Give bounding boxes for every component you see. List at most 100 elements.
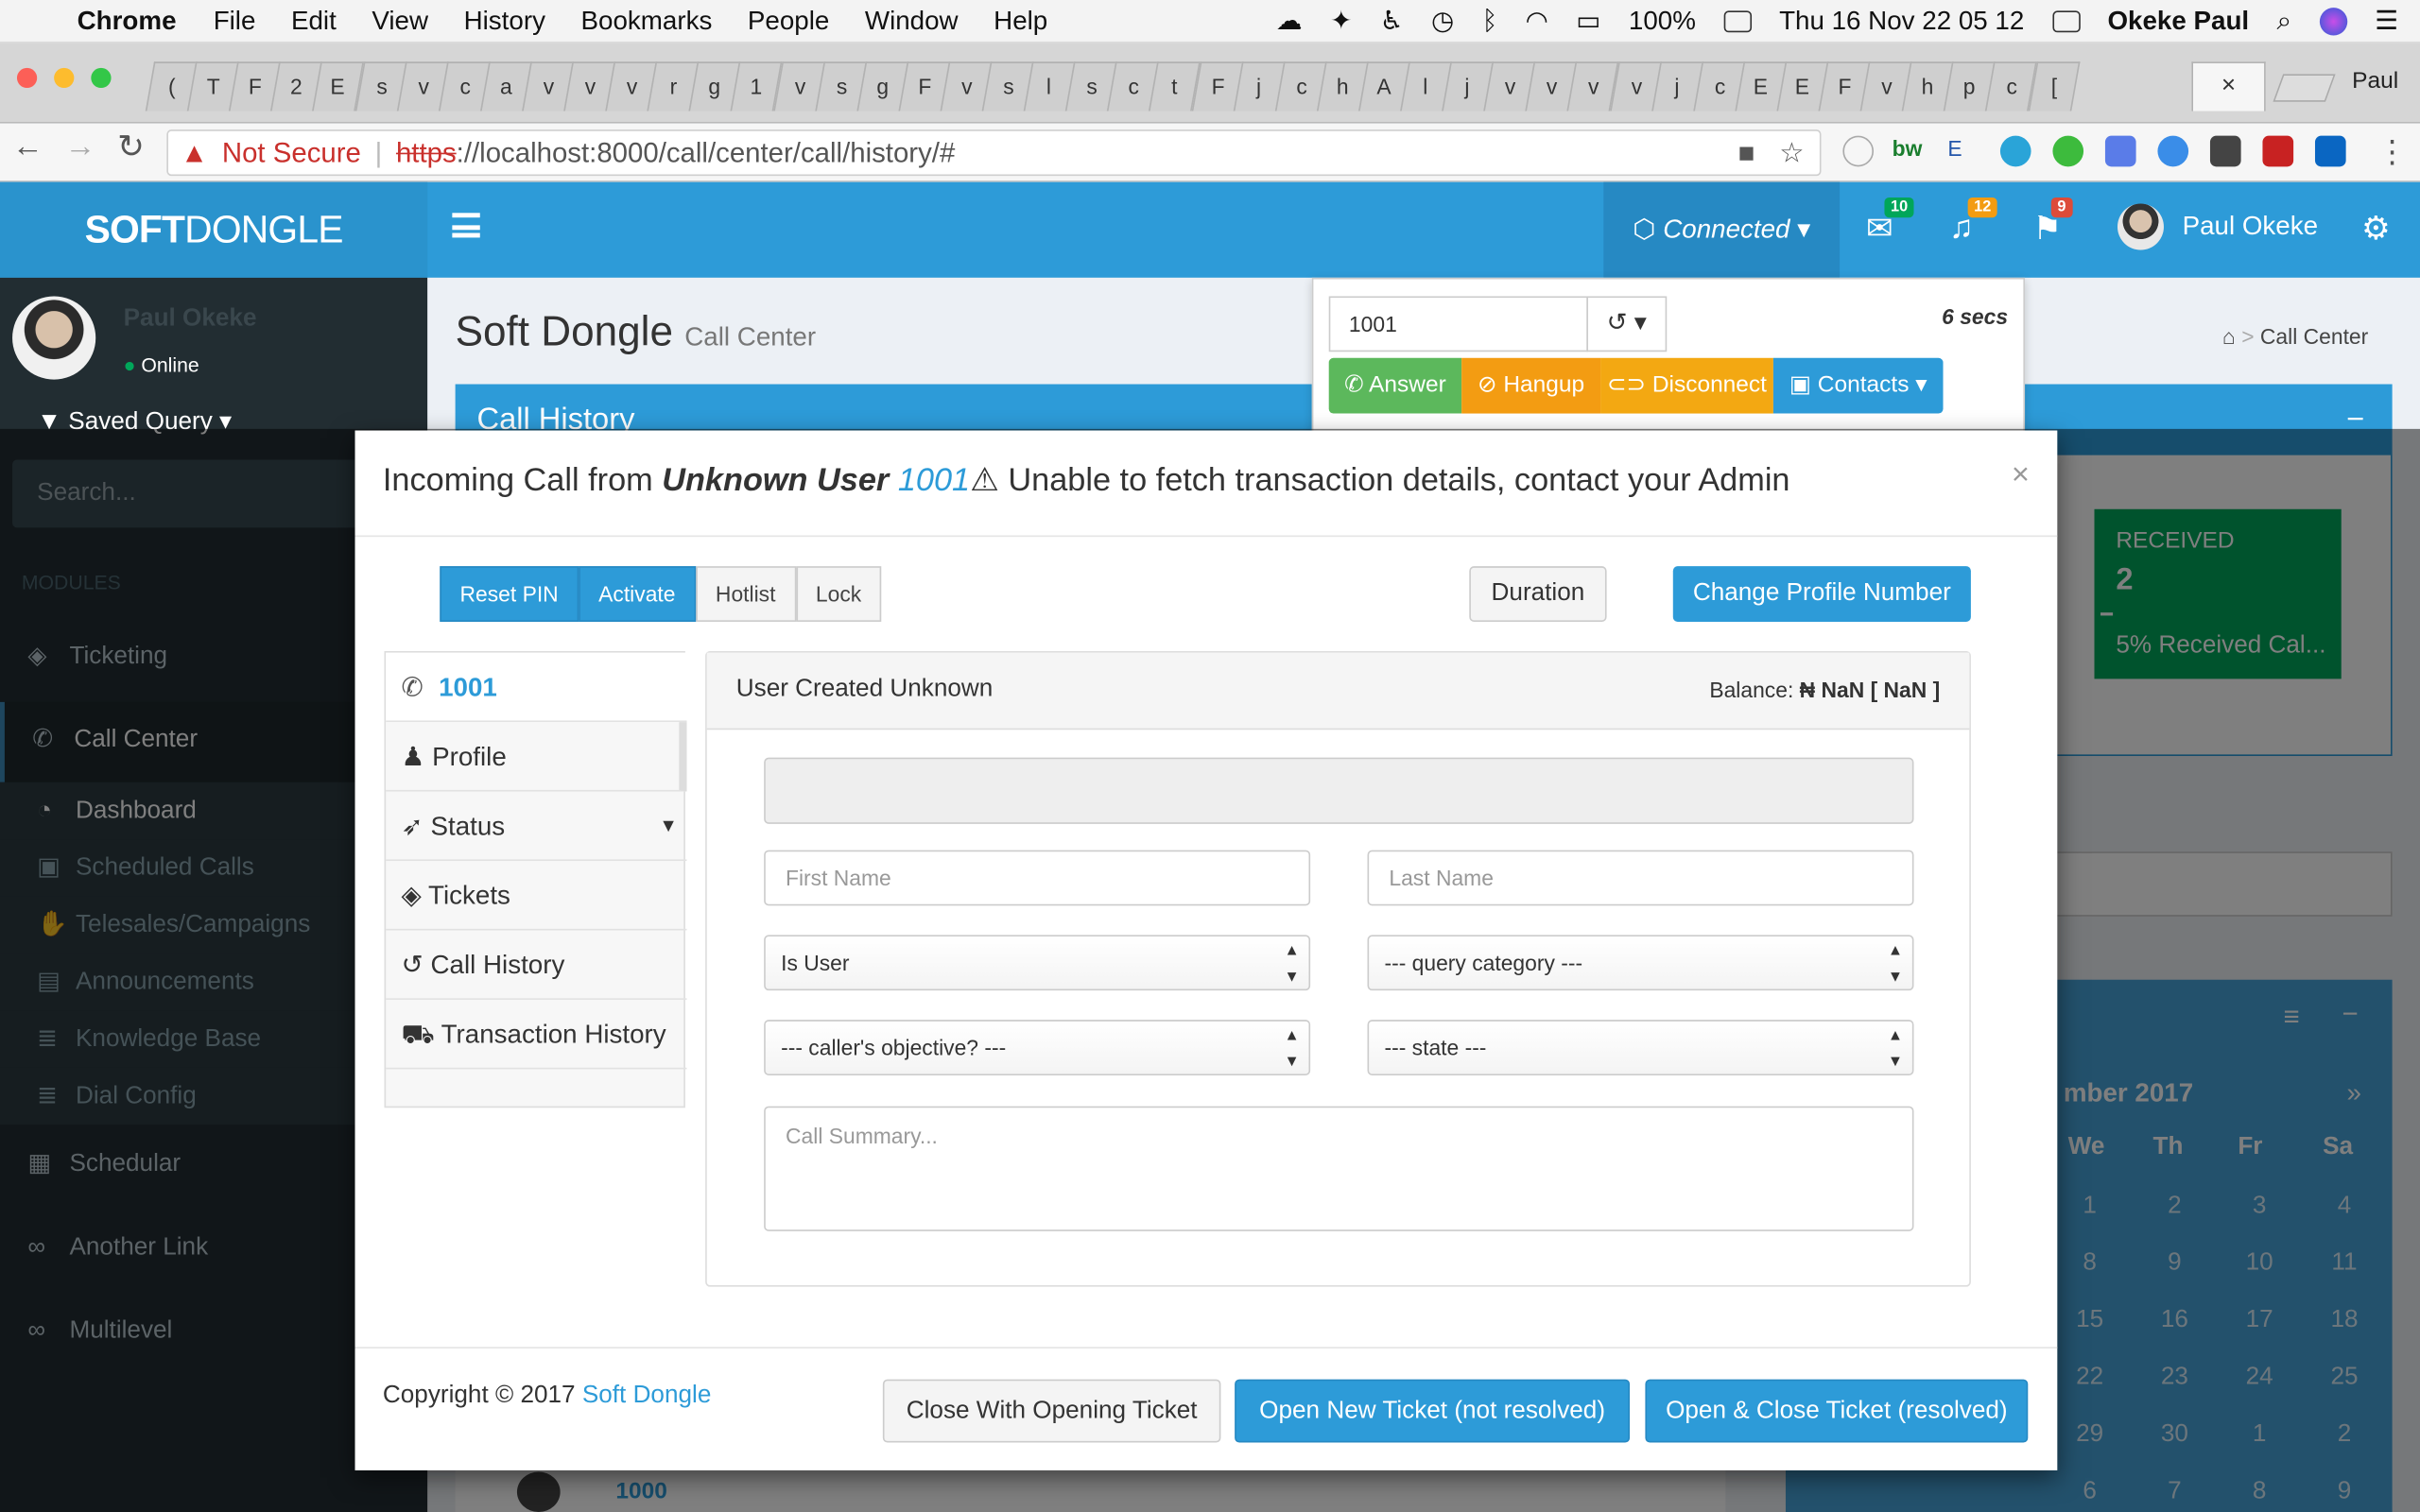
forward-icon[interactable]: → — [65, 129, 96, 165]
creative-cloud-icon[interactable]: ☁ — [1276, 7, 1303, 38]
disconnect-button[interactable]: ⊂⊃ Disconnect — [1600, 357, 1773, 414]
copyright-link[interactable]: Soft Dongle — [582, 1383, 712, 1409]
menu-file[interactable]: File — [214, 6, 256, 37]
tab-transaction-history[interactable]: ⛟ Transaction History — [386, 1000, 687, 1070]
user-menu[interactable]: Paul Okeke — [2117, 203, 2319, 250]
duration-button[interactable]: Duration — [1469, 566, 1607, 622]
user-type-select[interactable]: Is User ▲ ▼ — [764, 935, 1311, 991]
lock-button[interactable]: Lock — [795, 566, 882, 622]
extension-green-icon[interactable] — [2052, 135, 2084, 167]
tab-status[interactable]: ➶ Status ▼ — [386, 792, 687, 862]
tab-number[interactable]: ✆ 1001 — [386, 652, 687, 723]
browser-tab-title: s — [835, 74, 846, 99]
siri-icon[interactable] — [2319, 8, 2347, 36]
clock[interactable]: Thu 16 Nov 22 05 12 — [1779, 7, 2024, 38]
spotlight-icon[interactable]: ⌕ — [2277, 7, 2292, 38]
extension-e-icon[interactable]: E — [1947, 136, 1962, 167]
tab-label: Call History — [430, 950, 565, 980]
menu-edit[interactable]: Edit — [291, 6, 337, 37]
copyright: Copyright © 2017 Soft Dongle — [383, 1383, 711, 1410]
security-label[interactable]: Not Secure — [222, 137, 361, 168]
header-user-name: Paul Okeke — [2182, 211, 2319, 241]
tab-tickets[interactable]: ◈ Tickets — [386, 861, 687, 931]
first-name-field[interactable]: First Name — [764, 850, 1311, 906]
menu-chrome[interactable]: Chrome — [78, 6, 177, 37]
close-with-opening-ticket-button[interactable]: Close With Opening Ticket — [882, 1379, 1221, 1443]
modal-close-icon[interactable]: × — [2012, 458, 2030, 494]
window-zoom-icon[interactable] — [91, 67, 112, 89]
profile-name[interactable]: Paul — [2352, 68, 2398, 94]
browser-tab-title: v — [793, 74, 804, 99]
settings-gear-icon[interactable]: ⚙ — [2361, 210, 2391, 249]
bitwarden-icon[interactable]: bw — [1893, 136, 1923, 167]
extension-r-icon[interactable] — [2104, 135, 2136, 167]
change-profile-number-button[interactable]: Change Profile Number — [1672, 566, 1971, 622]
window-close-icon[interactable] — [16, 67, 38, 89]
browser-menu-icon[interactable]: ⋮ — [2377, 132, 2408, 171]
keyboard-icon[interactable] — [2051, 10, 2081, 33]
caller-objective-select[interactable]: --- caller's objective? --- ▲ ▼ — [764, 1020, 1311, 1075]
hangup-button[interactable]: ⊘ Hangup — [1461, 357, 1601, 414]
extension-swirl-icon[interactable] — [1999, 135, 2031, 167]
open-new-ticket-button[interactable]: Open New Ticket (not resolved) — [1235, 1379, 1631, 1443]
hotlist-button[interactable]: Hotlist — [695, 566, 796, 622]
menu-help[interactable]: Help — [994, 6, 1047, 37]
bluetooth-icon[interactable]: ᛒ — [1482, 7, 1498, 38]
account-actions-group: Reset PIN Activate Hotlist Lock — [440, 566, 882, 622]
browser-tab-title: v — [1880, 74, 1892, 99]
connection-dropdown[interactable]: ⬡ Connected ▾ — [1603, 181, 1841, 278]
linkedin-icon[interactable] — [2314, 135, 2346, 167]
menu-view[interactable]: View — [372, 6, 428, 37]
menu-people[interactable]: People — [748, 6, 829, 37]
query-category-select[interactable]: --- query category --- ▲ ▼ — [1367, 935, 1914, 991]
sidebar-toggle-icon[interactable] — [452, 213, 480, 238]
bug-icon[interactable]: ✦ — [1330, 7, 1352, 38]
dial-number-input[interactable]: 1001 — [1328, 296, 1588, 352]
reload-icon[interactable]: ↻ — [117, 129, 145, 167]
menu-history[interactable]: History — [464, 6, 545, 37]
browser-tab-title: 1 — [751, 74, 763, 99]
reset-pin-button[interactable]: Reset PIN — [440, 566, 579, 622]
state-select[interactable]: --- state --- ▲ ▼ — [1367, 1020, 1914, 1075]
call-history-dropdown[interactable]: ↺ ▾ — [1586, 296, 1668, 352]
call-summary-textarea[interactable]: Call Summary... — [764, 1106, 1914, 1231]
wifi-icon[interactable]: ◠ — [1526, 7, 1548, 38]
profile-panel: User Created Unknown Balance: ₦ NaN [ Na… — [705, 650, 1971, 1287]
notifications-button[interactable]: ♫ 12 — [1949, 197, 1997, 247]
app-logo[interactable]: SOFTDONGLE — [0, 181, 428, 278]
messages-button[interactable]: ✉ 10 — [1866, 197, 1914, 249]
browser-tab[interactable]: [ — [2027, 61, 2080, 112]
url-bar[interactable]: ▲ Not Secure | https://localhost:8000/ca… — [166, 129, 1822, 177]
camera-icon[interactable]: ■ — [1738, 131, 1755, 175]
tasks-button[interactable]: ⚑ 9 — [2032, 197, 2072, 249]
browser-tab-title: h — [1336, 74, 1349, 99]
tab-profile[interactable]: ♟ Profile — [386, 722, 687, 792]
pocket-icon[interactable] — [2209, 135, 2241, 167]
extension-icon-1[interactable] — [1842, 135, 1875, 167]
home-icon[interactable]: ⌂ — [2222, 324, 2236, 349]
contacts-dropdown[interactable]: ▣ Contacts ▾ — [1772, 357, 1944, 414]
menu-bookmarks[interactable]: Bookmarks — [581, 6, 713, 37]
mac-user[interactable]: Okeke Paul — [2107, 7, 2249, 38]
open-close-ticket-button[interactable]: Open & Close Ticket (resolved) — [1645, 1379, 2029, 1443]
window-minimize-icon[interactable] — [54, 67, 75, 89]
tab-call-history[interactable]: ↺ Call History — [386, 930, 687, 1000]
download-icon[interactable] — [2157, 135, 2189, 167]
airplay-icon[interactable]: ▭ — [1576, 7, 1600, 38]
new-tab-button[interactable] — [2273, 74, 2336, 102]
active-tab-close-icon[interactable]: × — [2191, 61, 2266, 112]
bookmark-star-icon[interactable]: ☆ — [1779, 131, 1804, 175]
battery-icon[interactable] — [1723, 10, 1752, 33]
answer-button[interactable]: ✆ Answer — [1328, 357, 1462, 414]
modal-warning-text: Unable to fetch transaction details, con… — [1008, 462, 1790, 499]
accessibility-icon[interactable]: ♿ — [1380, 7, 1404, 38]
last-name-field[interactable]: Last Name — [1367, 850, 1914, 906]
notification-center-icon[interactable]: ☰ — [2375, 7, 2398, 38]
logo-light: DONGLE — [184, 208, 343, 252]
activate-button[interactable]: Activate — [578, 566, 696, 622]
time-machine-icon[interactable]: ◷ — [1431, 7, 1454, 38]
back-icon[interactable]: ← — [12, 129, 43, 165]
menu-window[interactable]: Window — [865, 6, 959, 37]
pdf-icon[interactable] — [2262, 135, 2294, 167]
modal-caller-number[interactable]: 1001 — [898, 463, 970, 499]
